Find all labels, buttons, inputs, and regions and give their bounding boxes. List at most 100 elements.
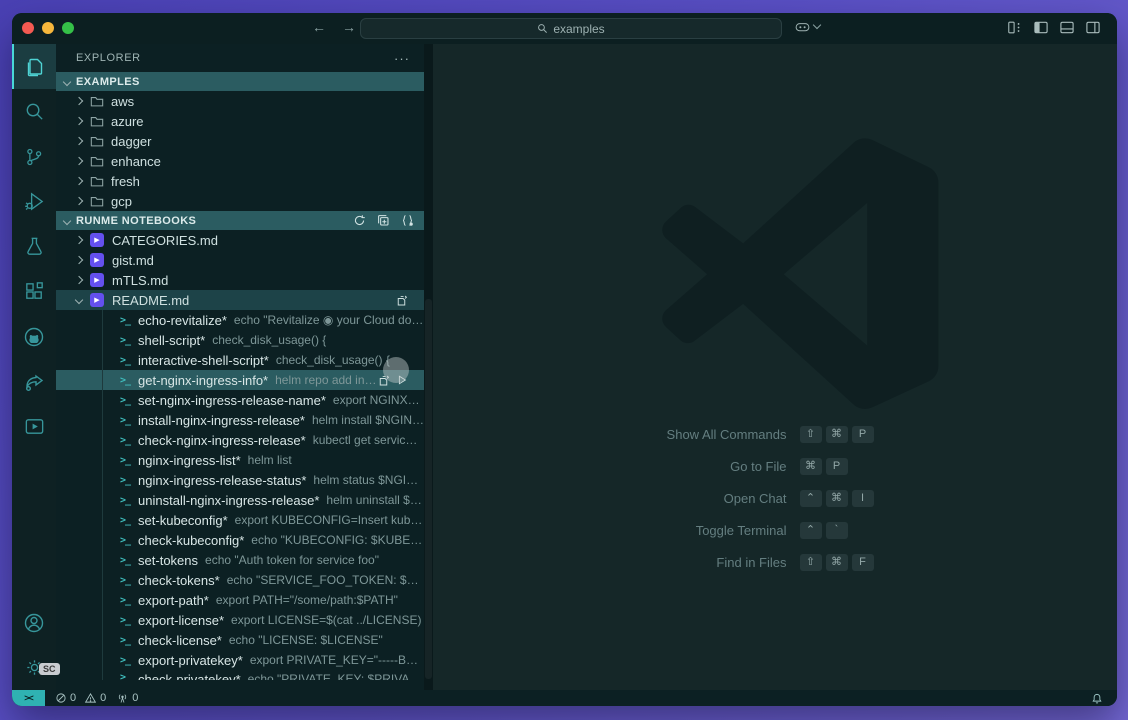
cell-name: check-kubeconfig* (138, 533, 244, 548)
cell-row[interactable]: >_export-privatekey*export PRIVATE_KEY="… (56, 650, 424, 670)
activity-source-control[interactable] (12, 134, 56, 179)
cell-command: helm uninstall $NGI... (326, 493, 424, 507)
cell-name: check-privatekey* (138, 672, 241, 680)
runme-notebook-icon: ▶ (90, 273, 104, 287)
cell-command: check_disk_usage() { (212, 333, 326, 347)
command-center-search[interactable]: examples (360, 18, 782, 39)
notebook-row[interactable]: ▶README.md (56, 290, 424, 310)
cell-row[interactable]: >_install-nginx-ingress-release*helm ins… (56, 410, 424, 430)
cell-row[interactable]: >_echo-revitalize*echo "Revitalize ◉ you… (56, 310, 424, 330)
terminal-icon: >_ (120, 635, 130, 646)
folder-icon (90, 95, 104, 108)
activity-testing[interactable] (12, 224, 56, 269)
runme-play-icon (23, 415, 46, 438)
notebook-row[interactable]: ▶gist.md (56, 250, 424, 270)
toggle-panel-icon[interactable] (1059, 20, 1075, 35)
copilot-menu[interactable] (794, 19, 820, 34)
cell-row[interactable]: >_check-tokens*echo "SERVICE_FOO_TOKEN: … (56, 570, 424, 590)
notifications-bell[interactable] (1091, 692, 1103, 705)
back-button[interactable]: ← (312, 19, 326, 35)
cell-row[interactable]: >_check-nginx-ingress-release*kubectl ge… (56, 430, 424, 450)
cell-row[interactable]: >_interactive-shell-script*check_disk_us… (56, 350, 424, 370)
section-runme-notebooks[interactable]: RUNME NOTEBOOKS (56, 211, 424, 230)
more-actions-icon[interactable]: ··· (394, 51, 410, 66)
folder-row[interactable]: azure (56, 111, 424, 131)
shortcut-label: Go to File (467, 459, 800, 474)
cell-name: shell-script* (138, 333, 205, 348)
vscode-logo-watermark (643, 136, 955, 424)
close-button[interactable] (22, 22, 34, 34)
activity-extensions[interactable] (12, 269, 56, 314)
scrollbar-thumb[interactable] (425, 299, 432, 679)
activity-share[interactable] (12, 359, 56, 404)
chevron-right-icon (75, 157, 83, 165)
minimize-button[interactable] (42, 22, 54, 34)
activity-account[interactable] (12, 600, 56, 645)
sidebar-scrollbar[interactable] (424, 44, 433, 690)
shortcut-label: Find in Files (467, 555, 800, 570)
activity-runme[interactable] (12, 404, 56, 449)
cell-name: check-tokens* (138, 573, 220, 588)
refresh-icon[interactable] (353, 214, 366, 227)
ports-indicator[interactable]: 0 (116, 692, 138, 704)
customize-layout-icon[interactable] (1007, 20, 1023, 35)
keycap: ⌃ (800, 490, 822, 507)
cell-row[interactable]: >_set-tokensecho "Auth token for service… (56, 550, 424, 570)
activity-explorer[interactable] (12, 44, 56, 89)
cell-command: echo "PRIVATE_KEY: $PRIVATE_KEY" (248, 672, 424, 680)
folder-row[interactable]: fresh (56, 171, 424, 191)
folder-row[interactable]: enhance (56, 151, 424, 171)
folder-row[interactable]: gcp (56, 191, 424, 211)
activity-search[interactable] (12, 89, 56, 134)
cell-row[interactable]: >_export-path*export PATH="/some/path:$P… (56, 590, 424, 610)
cell-row[interactable]: >_set-kubeconfig*export KUBECONFIG=Inser… (56, 510, 424, 530)
toggle-primary-sidebar-icon[interactable] (1033, 20, 1049, 35)
notebook-row[interactable]: ▶mTLS.md (56, 270, 424, 290)
keycap: ⇧ (800, 554, 822, 571)
cell-row[interactable]: >_export-license*export LICENSE=$(cat ..… (56, 610, 424, 630)
cell-row[interactable]: >_check-privatekey*echo "PRIVATE_KEY: $P… (56, 670, 424, 680)
activity-run-debug[interactable] (12, 179, 56, 224)
forward-button[interactable]: → (342, 19, 356, 35)
cell-row[interactable]: >_check-kubeconfig*echo "KUBECONFIG: $KU… (56, 530, 424, 550)
shortcut-keys: ⌃⌘I (800, 490, 1118, 507)
terminal-icon: >_ (120, 595, 130, 606)
runme-notebook-icon: ▶ (90, 253, 104, 267)
toggle-secondary-sidebar-icon[interactable] (1085, 20, 1101, 35)
activity-github[interactable] (12, 314, 56, 359)
section-examples-label: EXAMPLES (76, 76, 140, 88)
shortcut-keys: ⇧⌘F (800, 554, 1118, 571)
cell-row[interactable]: >_nginx-ingress-release-status*helm stat… (56, 470, 424, 490)
github-icon (22, 325, 46, 349)
cell-row[interactable]: >_set-nginx-ingress-release-name*export … (56, 390, 424, 410)
cell-row[interactable]: >_nginx-ingress-list*helm list (56, 450, 424, 470)
keycap: F (852, 554, 874, 571)
problems-indicator[interactable]: 0 0 (55, 692, 106, 704)
remote-indicator[interactable]: >< (12, 690, 45, 706)
errors-count: 0 (70, 692, 76, 704)
open-markdown-icon[interactable] (395, 294, 408, 307)
zoom-button[interactable] (62, 22, 74, 34)
keycap: P (826, 458, 848, 475)
errors-icon (55, 692, 67, 704)
section-examples[interactable]: EXAMPLES (56, 72, 424, 91)
open-notebook-icon[interactable] (377, 214, 390, 227)
folder-icon (90, 195, 104, 208)
terminal-icon: >_ (120, 335, 130, 346)
chevron-down-icon (63, 216, 71, 224)
cell-row[interactable]: >_check-license*echo "LICENSE: $LICENSE" (56, 630, 424, 650)
cell-row[interactable]: >_uninstall-nginx-ingress-release*helm u… (56, 490, 424, 510)
shortcut-row: Open Chat⌃⌘I (451, 482, 1117, 514)
cell-name: install-nginx-ingress-release* (138, 413, 305, 428)
folder-row[interactable]: aws (56, 91, 424, 111)
cell-row[interactable]: >_get-nginx-ingress-info*helm repo add i… (56, 370, 424, 390)
cell-row[interactable]: >_ shell-script* check_disk_usage() { (56, 330, 424, 350)
extensions-icon (23, 280, 46, 303)
notebook-row[interactable]: ▶CATEGORIES.md (56, 230, 424, 250)
folder-row[interactable]: dagger (56, 131, 424, 151)
braces-icon[interactable] (401, 214, 414, 227)
keycap: I (852, 490, 874, 507)
cell-name: get-nginx-ingress-info* (138, 373, 268, 388)
chevron-down-icon (75, 296, 83, 304)
copilot-icon (794, 19, 811, 34)
